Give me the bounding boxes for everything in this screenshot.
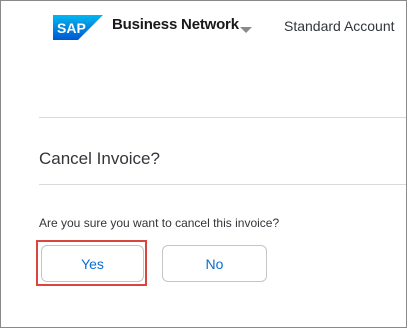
window-frame: SAP Business Network Standard Account Ca… — [0, 0, 407, 328]
sap-logo-text: SAP — [57, 20, 86, 36]
brand-name[interactable]: Business Network — [112, 16, 239, 33]
account-type[interactable]: Standard Account — [284, 18, 395, 34]
no-button[interactable]: No — [162, 245, 267, 282]
yes-button[interactable]: Yes — [41, 245, 144, 282]
dialog-title: Cancel Invoice? — [39, 149, 160, 168]
top-bar: SAP Business Network Standard Account — [1, 1, 406, 57]
confirm-message: Are you sure you want to cancel this inv… — [39, 216, 280, 230]
chevron-down-icon[interactable] — [240, 27, 252, 33]
divider — [39, 184, 406, 185]
sap-logo[interactable]: SAP — [53, 15, 103, 40]
divider — [39, 117, 406, 118]
